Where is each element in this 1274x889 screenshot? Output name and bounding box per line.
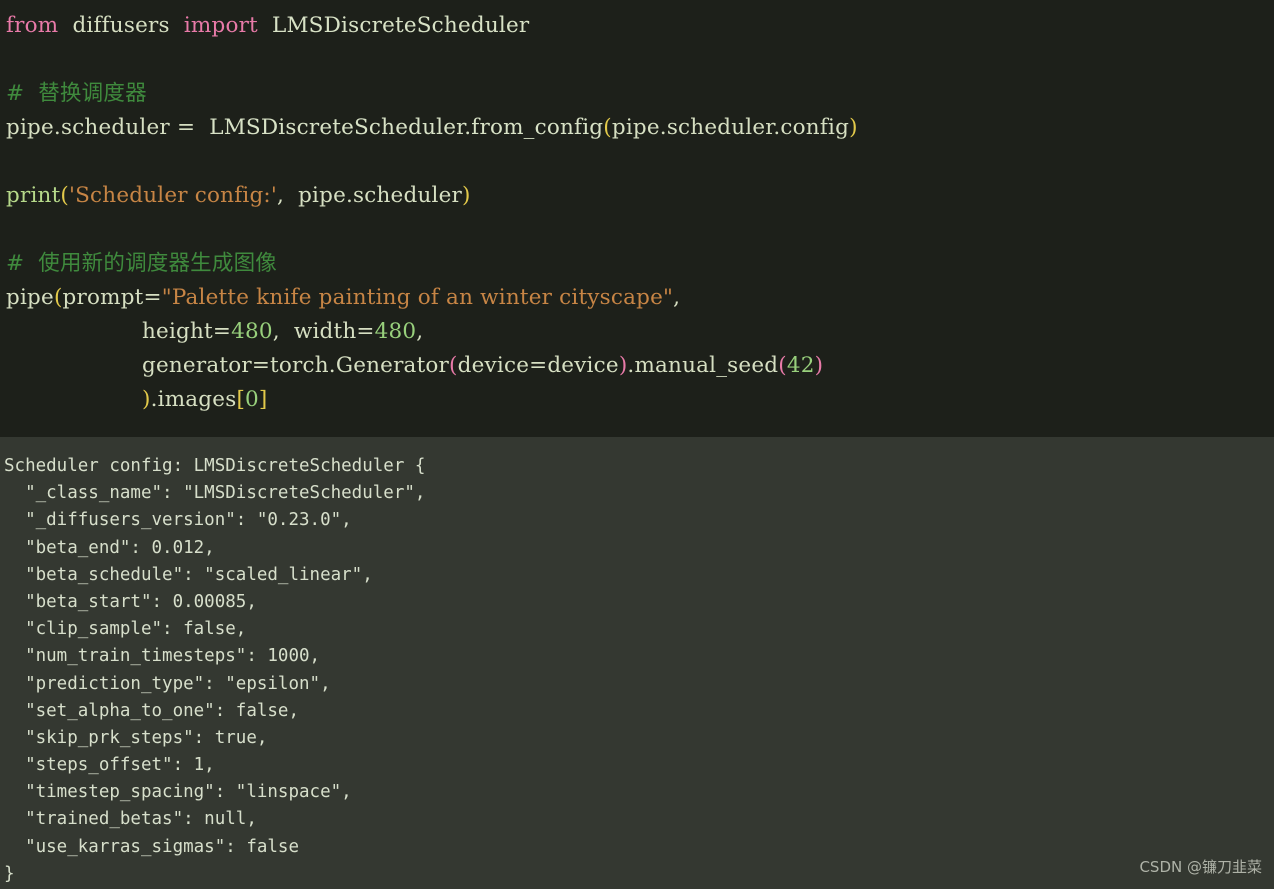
output-line: "timestep_spacing": "linspace",	[4, 782, 352, 803]
output-line: "steps_offset": 1,	[4, 755, 215, 776]
close-paren-icon: )	[142, 387, 151, 412]
close-paren-icon: )	[849, 115, 858, 140]
module-name-diffusers: diffusers	[72, 13, 170, 38]
open-paren-icon: (	[60, 183, 69, 208]
manual-seed-method: .manual_seed	[627, 353, 779, 378]
code-line-comment-2: # 使用新的调度器生成图像	[6, 247, 1274, 281]
output-line: "beta_start": 0.00085,	[4, 591, 257, 612]
from-config-call: LMSDiscreteScheduler.from_config	[209, 115, 604, 140]
width-kwarg: width=	[293, 319, 375, 344]
width-value: 480	[374, 319, 417, 344]
comment-replace-scheduler: # 替换调度器	[6, 81, 147, 106]
print-string-literal: 'Scheduler config:'	[69, 183, 277, 208]
print-arg: pipe.scheduler	[298, 183, 462, 208]
output-line: "skip_prk_steps": true,	[4, 727, 268, 748]
close-bracket-icon: ]	[258, 387, 268, 412]
prompt-kwarg: prompt=	[62, 285, 162, 310]
csdn-watermark: CSDN @镰刀韭菜	[1139, 858, 1262, 876]
open-bracket-icon: [	[236, 387, 246, 412]
code-cell[interactable]: from diffusers import LMSDiscreteSchedul…	[0, 0, 1274, 437]
height-value: 480	[231, 319, 273, 344]
output-line: "clip_sample": false,	[4, 619, 247, 640]
code-line-blank-1	[6, 43, 1274, 77]
assign-equals: =	[169, 115, 210, 140]
code-line-blank-2	[6, 145, 1274, 179]
code-line-blank-3	[6, 213, 1274, 247]
code-line-generator: generator=torch.Generator(device=device)…	[6, 349, 1274, 383]
notebook-cell-screenshot: from diffusers import LMSDiscreteSchedul…	[0, 0, 1274, 889]
comment-generate-image: # 使用新的调度器生成图像	[6, 251, 277, 276]
keyword-import: import	[183, 13, 258, 38]
output-line: "use_karras_sigmas": false	[4, 836, 300, 857]
prompt-comma: ,	[673, 285, 681, 310]
output-line: "set_alpha_to_one": false,	[4, 700, 300, 721]
output-line: "num_train_timesteps": 1000,	[4, 646, 321, 667]
code-line-assign-scheduler: pipe.scheduler = LMSDiscreteScheduler.fr…	[6, 111, 1274, 145]
images-attribute: .images	[150, 387, 237, 412]
close-paren-icon: )	[814, 353, 824, 378]
output-line: "beta_end": 0.012,	[4, 537, 215, 558]
code-line-comment-1: # 替换调度器	[6, 77, 1274, 111]
prompt-string-literal: "Palette knife painting of an winter cit…	[161, 285, 674, 310]
output-cell: Scheduler config: LMSDiscreteScheduler {…	[0, 437, 1274, 889]
generator-kwarg: generator=torch.Generator	[142, 353, 450, 378]
dimension-separator: ,	[272, 319, 294, 344]
close-paren-icon: )	[461, 183, 471, 208]
height-kwarg: height=	[142, 319, 232, 344]
print-comma: ,	[276, 183, 299, 208]
output-line: "_diffusers_version": "0.23.0",	[4, 510, 352, 531]
code-line-images-index: ).images[0]	[6, 383, 1274, 417]
code-line-import: from diffusers import LMSDiscreteSchedul…	[6, 9, 1274, 43]
output-line: Scheduler config: LMSDiscreteScheduler {	[4, 456, 426, 476]
code-line-print: print('Scheduler config:', pipe.schedule…	[6, 179, 1274, 213]
image-index-value: 0	[245, 387, 259, 412]
output-line: "trained_betas": null,	[4, 809, 257, 830]
keyword-from: from	[6, 13, 59, 38]
code-line-pipe-call: pipe(prompt="Palette knife painting of a…	[6, 281, 1274, 315]
generator-device-arg: device=device	[457, 353, 619, 378]
open-paren-icon: (	[778, 353, 787, 378]
imported-symbol: LMSDiscreteScheduler	[271, 13, 530, 38]
open-paren-icon: (	[53, 285, 63, 310]
output-line: "_class_name": "LMSDiscreteScheduler",	[4, 483, 426, 504]
seed-value: 42	[786, 353, 815, 378]
assign-target: pipe.scheduler	[6, 115, 170, 140]
open-paren-icon: (	[449, 353, 458, 378]
output-line: "beta_schedule": "scaled_linear",	[4, 564, 373, 585]
print-function: print	[6, 183, 61, 208]
output-line: }	[4, 863, 15, 884]
dimension-comma: ,	[416, 319, 424, 344]
from-config-arg: pipe.scheduler.config	[611, 115, 850, 140]
output-line: "prediction_type": "epsilon",	[4, 673, 331, 694]
code-line-dimensions: height=480, width=480,	[6, 315, 1274, 349]
pipe-callable: pipe	[6, 285, 54, 310]
open-paren-icon: (	[603, 115, 612, 140]
